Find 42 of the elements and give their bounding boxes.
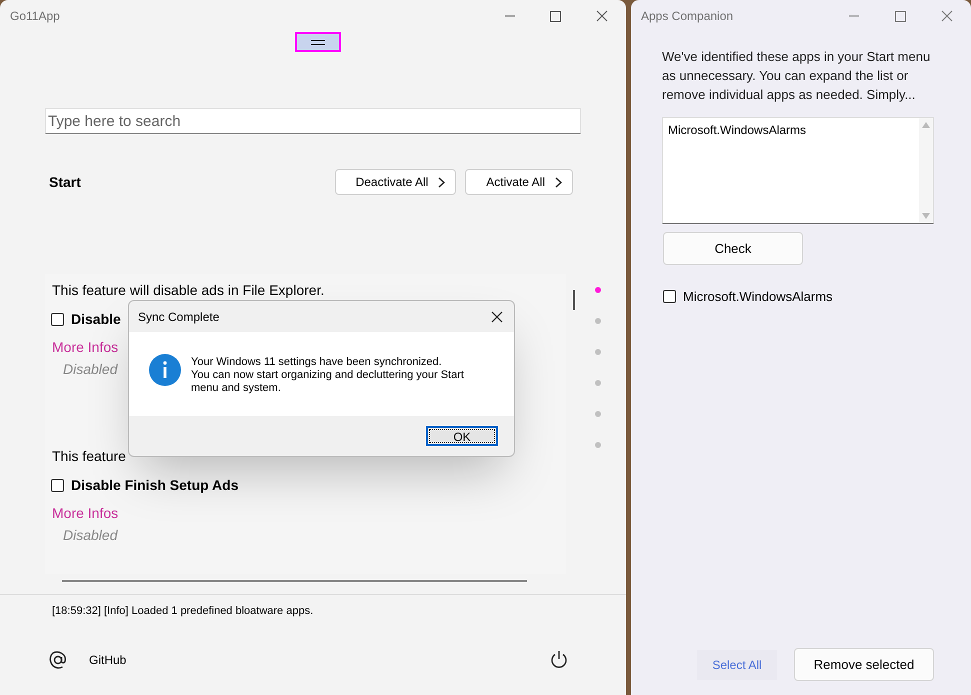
- ok-button[interactable]: OK: [426, 426, 498, 446]
- dialog-message: Your Windows 11 settings have been synchronized. You can now start organizing and decluttering your Start menu and system.: [191, 355, 465, 395]
- checkbox[interactable]: [663, 290, 676, 304]
- app-list[interactable]: Microsoft.WindowsAlarms: [662, 117, 934, 224]
- log-text: [18:59:32] [Info] Loaded 1 predefined bloatware apps.: [51, 604, 314, 619]
- power-icon[interactable]: [550, 650, 568, 670]
- github-link[interactable]: GitHub: [89, 650, 550, 668]
- feature-label: Disable: [71, 310, 121, 329]
- feature-label: Disable Finish Setup Ads: [71, 476, 239, 495]
- feature-description: This feature will disable ads in File Explorer.: [52, 281, 326, 300]
- search-field[interactable]: Type here to search: [45, 108, 581, 134]
- action-button[interactable]: Activate All: [465, 169, 573, 195]
- maximize-icon[interactable]: [895, 10, 906, 22]
- status-text: Disabled: [63, 360, 118, 379]
- select-all-button[interactable]: Select All: [697, 650, 777, 680]
- chevron-icon: [555, 176, 562, 188]
- maximize-icon[interactable]: [550, 10, 561, 22]
- section-heading: Start: [49, 172, 82, 192]
- action-button[interactable]: Deactivate All: [334, 169, 456, 195]
- intro-text: We've identified these apps in your Start menu as unnecessary. You can expand the list or remove individual apps as needed. Simply...: [661, 48, 932, 104]
- menu-icon: [311, 40, 325, 44]
- app-label: Microsoft.WindowsAlarms: [683, 288, 833, 306]
- checkbox[interactable]: [51, 313, 64, 326]
- horizontal-scrollbar[interactable]: [62, 580, 527, 582]
- more-infos-link[interactable]: More Infos: [52, 503, 118, 524]
- status-text: Disabled: [63, 526, 118, 545]
- close-icon[interactable]: [491, 310, 503, 322]
- more-infos-link[interactable]: More Infos: [52, 337, 118, 358]
- scrollbar-thumb[interactable]: [573, 290, 575, 310]
- dialog-title: Sync Complete: [138, 308, 220, 326]
- checkbox[interactable]: [51, 479, 64, 492]
- window-title: Go11App: [10, 8, 61, 25]
- remove-selected-button[interactable]: Remove selected: [794, 648, 934, 681]
- feature-description: This feature: [52, 447, 127, 466]
- close-icon[interactable]: [596, 10, 608, 22]
- at-sign-icon[interactable]: [48, 650, 68, 670]
- menu-button[interactable]: [295, 32, 341, 52]
- window-title: Apps Companion: [641, 8, 734, 25]
- chevron-icon: [438, 176, 446, 188]
- info-icon: [149, 354, 181, 386]
- check-button[interactable]: Check: [663, 232, 803, 265]
- list-item[interactable]: Microsoft.WindowsAlarms: [668, 121, 919, 139]
